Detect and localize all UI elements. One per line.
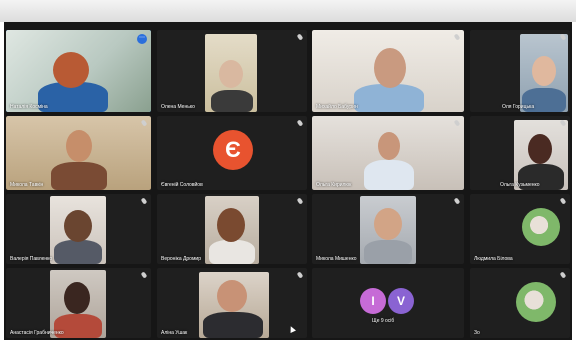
muted-mic-icon	[296, 197, 304, 205]
profile-picture	[516, 282, 556, 322]
participant-name: Зо	[474, 330, 480, 336]
participant-name: Ольга Кирилюк	[316, 182, 352, 188]
person-body	[51, 162, 107, 190]
person-body	[364, 160, 414, 190]
person-body	[211, 90, 253, 112]
muted-mic-icon	[140, 271, 148, 279]
participant-name: Оля Горицька	[502, 104, 535, 110]
participant-tile[interactable]: Аліна Ушак	[157, 268, 307, 338]
person-body	[209, 240, 255, 264]
muted-mic-icon	[296, 33, 304, 41]
participant-tile[interactable]: Анастасія Грабниченко	[6, 268, 151, 338]
meeting-grid: ⋯ Наталія Косміна Олена Менько Михайло Б…	[4, 22, 572, 340]
muted-mic-icon	[559, 271, 567, 279]
person-head	[64, 210, 92, 242]
participant-tile[interactable]: Оля Горицька	[470, 30, 570, 112]
participant-tile[interactable]: Микола Тавкін	[6, 116, 151, 190]
participant-name: Вероніка Дромир	[161, 256, 201, 262]
participant-tile[interactable]: Олена Менько	[157, 30, 307, 112]
mouse-cursor-icon	[288, 325, 296, 333]
participant-name: Ольга Кузьменко	[500, 182, 540, 188]
participant-name: Микола Тавкін	[10, 182, 44, 188]
participant-tile[interactable]: Валерія Павленко	[6, 194, 151, 264]
more-participants-label: Ще 9 осіб	[372, 318, 395, 324]
muted-mic-icon	[453, 197, 461, 205]
participant-avatar: V	[388, 288, 414, 314]
person-head	[217, 280, 247, 312]
participant-name: Микола Мишенко	[316, 256, 357, 262]
participant-avatar: I	[360, 288, 386, 314]
participant-name: Анастасія Грабниченко	[10, 330, 64, 336]
person-head	[528, 134, 552, 164]
person-body	[354, 84, 424, 112]
muted-mic-icon	[296, 271, 304, 279]
participant-tile[interactable]: Михайло Бабурин	[312, 30, 464, 112]
participant-tile[interactable]: Микола Мишенко	[312, 194, 464, 264]
participant-tile[interactable]: ⋯ Наталія Косміна	[6, 30, 151, 112]
participant-name: Людмила Білова	[474, 256, 513, 262]
participant-name: Олена Менько	[161, 104, 195, 110]
person-head	[217, 208, 245, 242]
person-head	[53, 52, 89, 88]
participant-avatar: Є	[213, 130, 253, 170]
person-body	[364, 240, 412, 264]
more-participants-tile[interactable]: I V Ще 9 осіб	[312, 268, 464, 338]
participant-name: Валерія Павленко	[10, 256, 53, 262]
participant-name: Аліна Ушак	[161, 330, 188, 336]
person-head	[219, 60, 243, 88]
muted-mic-icon	[140, 197, 148, 205]
more-options-icon[interactable]: ⋯	[137, 34, 147, 44]
participant-tile[interactable]: Зо	[470, 268, 570, 338]
muted-mic-icon	[559, 197, 567, 205]
person-head	[532, 56, 556, 86]
muted-mic-icon	[296, 119, 304, 127]
person-head	[378, 132, 400, 160]
top-bezel	[0, 0, 576, 22]
person-head	[374, 48, 406, 88]
participant-tile[interactable]: Вероніка Дромир	[157, 194, 307, 264]
participant-name: Наталія Косміна	[10, 104, 48, 110]
participant-tile[interactable]: Ольга Кирилюк	[312, 116, 464, 190]
person-head	[374, 208, 402, 240]
person-body	[203, 312, 263, 338]
participant-name: Євгеній Соловйов	[161, 182, 203, 188]
participant-tile[interactable]: Є Євгеній Соловйов	[157, 116, 307, 190]
profile-picture	[522, 208, 560, 246]
participant-tile[interactable]: Людмила Білова	[470, 194, 570, 264]
person-head	[64, 282, 90, 314]
participant-name: Михайло Бабурин	[316, 104, 358, 110]
person-head	[66, 130, 92, 162]
participant-tile[interactable]: Ольга Кузьменко	[470, 116, 570, 190]
person-body	[54, 240, 102, 264]
